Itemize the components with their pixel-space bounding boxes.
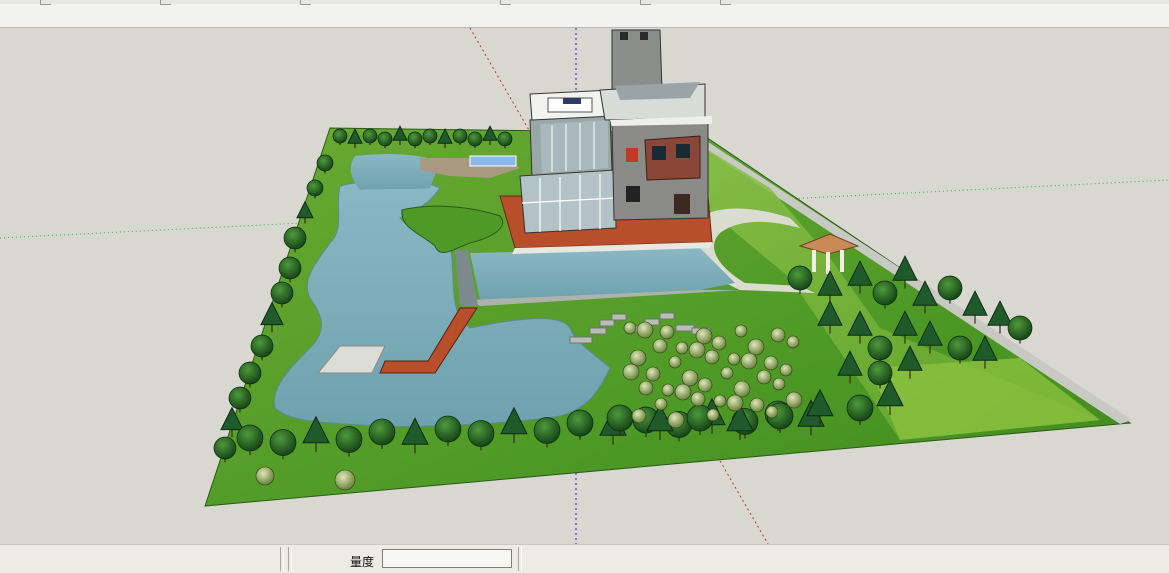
shrub xyxy=(706,408,720,422)
toolbar-icon[interactable] xyxy=(640,0,651,5)
shrub xyxy=(711,335,727,351)
shrub xyxy=(763,355,779,371)
shrub xyxy=(779,363,793,377)
shrub xyxy=(622,363,640,381)
shrub xyxy=(786,335,800,349)
shrub xyxy=(645,366,661,382)
pool-upper xyxy=(469,155,517,167)
shrub xyxy=(713,394,727,408)
shrub xyxy=(733,380,751,398)
shrub xyxy=(734,324,748,338)
model-viewport[interactable] xyxy=(0,28,1169,544)
shrub xyxy=(770,327,786,343)
shrub xyxy=(334,469,356,491)
shrub xyxy=(255,466,275,486)
shrub xyxy=(704,349,720,365)
scene[interactable] xyxy=(0,28,1169,544)
toolbar-icon[interactable] xyxy=(40,0,51,5)
shrub xyxy=(681,369,699,387)
shrub xyxy=(638,380,654,396)
shrub xyxy=(720,366,734,380)
status-separator xyxy=(288,547,292,571)
measurement-input[interactable] xyxy=(382,549,512,568)
tree xyxy=(1007,315,1033,344)
status-separator xyxy=(280,547,284,571)
shrub xyxy=(629,349,647,367)
toolbar xyxy=(0,0,1169,28)
shrub xyxy=(765,405,779,419)
shrub xyxy=(727,352,741,366)
toolbar-strip xyxy=(0,0,1169,4)
shrub xyxy=(623,321,637,335)
shrub xyxy=(747,338,765,356)
shrub xyxy=(636,321,654,339)
status-bar: 量度 xyxy=(0,544,1169,573)
shrub xyxy=(690,391,706,407)
shrub xyxy=(749,397,765,413)
shrub xyxy=(652,338,668,354)
status-separator xyxy=(518,547,522,571)
toolbar-icon[interactable] xyxy=(720,0,731,5)
shrub xyxy=(695,327,713,345)
shrub xyxy=(631,408,647,424)
shrub xyxy=(756,369,772,385)
glass-house xyxy=(519,89,617,234)
shrub xyxy=(740,352,758,370)
shrub xyxy=(654,397,668,411)
shrub xyxy=(674,383,692,401)
shrub xyxy=(772,377,786,391)
shrub xyxy=(785,391,803,409)
shrub xyxy=(675,341,689,355)
shrub xyxy=(667,411,685,429)
shrub xyxy=(661,383,675,397)
shrub xyxy=(697,377,713,393)
toolbar-icon[interactable] xyxy=(160,0,171,5)
shrub xyxy=(688,341,706,359)
shrub xyxy=(659,324,675,340)
shrub xyxy=(668,355,682,369)
toolbar-icon[interactable] xyxy=(500,0,511,5)
stone-house xyxy=(599,29,712,221)
toolbar-icon[interactable] xyxy=(300,0,311,5)
measurement-label: 量度 xyxy=(350,555,375,569)
shrub xyxy=(726,394,744,412)
